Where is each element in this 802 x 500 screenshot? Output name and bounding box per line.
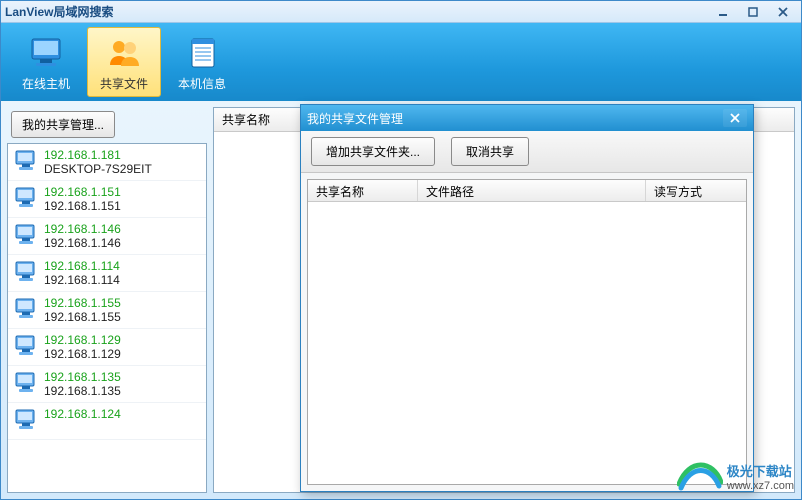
toolbar-label: 本机信息	[178, 75, 226, 92]
host-ip: 192.168.1.151	[44, 185, 121, 199]
host-name: 192.168.1.146	[44, 236, 121, 250]
host-ip: 192.168.1.124	[44, 407, 121, 421]
host-name: 192.168.1.135	[44, 384, 121, 398]
host-item[interactable]: 192.168.1.181DESKTOP-7S29EIT	[8, 144, 206, 181]
dialog-toolbar: 增加共享文件夹... 取消共享	[301, 131, 753, 173]
computer-icon	[14, 370, 38, 398]
host-ip: 192.168.1.146	[44, 222, 121, 236]
close-button[interactable]	[769, 4, 797, 20]
column-file-path[interactable]: 文件路径	[418, 180, 646, 201]
host-item[interactable]: 192.168.1.151192.168.1.151	[8, 181, 206, 218]
host-item[interactable]: 192.168.1.114192.168.1.114	[8, 255, 206, 292]
share-list-content	[308, 202, 746, 484]
titlebar[interactable]: LanView局域网搜索	[1, 1, 801, 23]
host-ip: 192.168.1.129	[44, 333, 121, 347]
computer-icon	[14, 296, 38, 324]
host-name: 192.168.1.129	[44, 347, 121, 361]
watermark-name: 极光下载站	[727, 461, 794, 480]
users-icon	[104, 33, 144, 73]
column-rw-mode[interactable]: 读写方式	[646, 180, 746, 201]
computer-icon	[14, 185, 38, 213]
share-list[interactable]: 共享名称 文件路径 读写方式	[307, 179, 747, 485]
host-item[interactable]: 192.168.1.135192.168.1.135	[8, 366, 206, 403]
host-name: 192.168.1.155	[44, 310, 121, 324]
host-list[interactable]: 192.168.1.181DESKTOP-7S29EIT192.168.1.15…	[7, 143, 207, 493]
watermark-url: www.xz7.com	[727, 480, 794, 492]
window-title: LanView局域网搜索	[5, 3, 113, 20]
column-share-name[interactable]: 共享名称	[308, 180, 418, 201]
host-name: 192.168.1.151	[44, 199, 121, 213]
host-ip: 192.168.1.135	[44, 370, 121, 384]
computer-icon	[14, 333, 38, 361]
dialog-title: 我的共享文件管理	[307, 110, 403, 127]
dialog-titlebar[interactable]: 我的共享文件管理	[301, 105, 753, 131]
host-name: 192.168.1.114	[44, 273, 120, 287]
host-ip: 192.168.1.181	[44, 148, 152, 162]
share-list-header[interactable]: 共享名称 文件路径 读写方式	[308, 180, 746, 202]
my-share-mgmt-button[interactable]: 我的共享管理...	[11, 111, 115, 138]
minimize-button[interactable]	[709, 4, 737, 20]
aurora-logo-icon	[677, 462, 723, 492]
computer-icon	[14, 148, 38, 176]
toolbar-shared-files[interactable]: 共享文件	[87, 27, 161, 97]
computer-icon	[14, 407, 38, 435]
host-item[interactable]: 192.168.1.155192.168.1.155	[8, 292, 206, 329]
toolbar-online-hosts[interactable]: 在线主机	[9, 27, 83, 97]
main-toolbar: 在线主机 共享文件	[1, 23, 801, 101]
computer-icon	[14, 222, 38, 250]
column-share-name: 共享名称	[222, 111, 270, 128]
host-item[interactable]: 192.168.1.129192.168.1.129	[8, 329, 206, 366]
host-name: DESKTOP-7S29EIT	[44, 162, 152, 176]
host-ip: 192.168.1.155	[44, 296, 121, 310]
computer-icon	[14, 259, 38, 287]
host-item[interactable]: 192.168.1.124	[8, 403, 206, 440]
share-mgmt-dialog: 我的共享文件管理 增加共享文件夹... 取消共享 共享名称 文件路径 读写方式	[300, 104, 754, 492]
remove-share-button[interactable]: 取消共享	[451, 137, 529, 166]
host-ip: 192.168.1.114	[44, 259, 120, 273]
notepad-icon	[182, 33, 222, 73]
add-share-folder-button[interactable]: 增加共享文件夹...	[311, 137, 435, 166]
toolbar-local-info[interactable]: 本机信息	[165, 27, 239, 97]
monitor-icon	[26, 33, 66, 73]
toolbar-label: 共享文件	[100, 75, 148, 92]
dialog-close-button[interactable]	[723, 109, 747, 127]
host-item[interactable]: 192.168.1.146192.168.1.146	[8, 218, 206, 255]
left-pane: 我的共享管理... 192.168.1.181DESKTOP-7S29EIT19…	[7, 107, 207, 493]
toolbar-label: 在线主机	[22, 75, 70, 92]
maximize-button[interactable]	[739, 4, 767, 20]
watermark: 极光下载站 www.xz7.com	[677, 461, 794, 492]
